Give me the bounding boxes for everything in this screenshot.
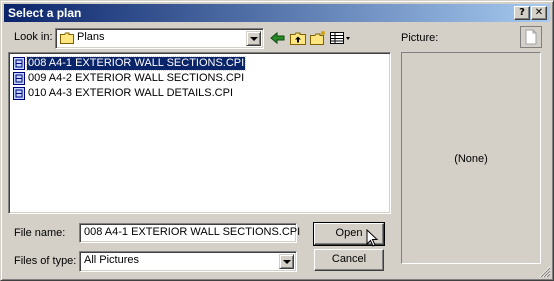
dialog-title: Select a plan xyxy=(8,6,82,20)
plan-file-icon xyxy=(13,57,25,70)
look-in-label: Look in: xyxy=(14,31,53,43)
plan-file-icon xyxy=(13,87,25,100)
preview-empty-text: (None) xyxy=(454,153,488,165)
title-bar[interactable]: Select a plan ? ✕ xyxy=(4,4,550,22)
file-name-field[interactable]: 008 A4-1 EXTERIOR WALL SECTIONS.CPI xyxy=(79,223,301,243)
file-list[interactable]: 008 A4-1 EXTERIOR WALL SECTIONS.CPI 009 … xyxy=(8,52,391,214)
file-name: 010 A4-3 EXTERIOR WALL DETAILS.CPI xyxy=(28,87,233,99)
up-folder-icon[interactable] xyxy=(289,30,307,46)
cancel-button[interactable]: Cancel xyxy=(314,249,384,271)
close-button[interactable]: ✕ xyxy=(531,6,547,20)
folder-icon xyxy=(60,32,74,44)
look-in-combo[interactable]: Plans xyxy=(55,28,264,49)
file-name-value: 008 A4-1 EXTERIOR WALL SECTIONS.CPI xyxy=(84,226,301,238)
files-of-type-label: Files of type: xyxy=(14,255,77,267)
file-name: 009 A4-2 EXTERIOR WALL SECTIONS.CPI xyxy=(28,72,245,84)
file-name: 008 A4-1 EXTERIOR WALL SECTIONS.CPI xyxy=(25,56,247,71)
select-plan-dialog: Select a plan ? ✕ Look in: Plans 008 A4-… xyxy=(0,0,554,281)
preview-toggle-icon[interactable] xyxy=(520,26,542,48)
file-name-label: File name: xyxy=(14,227,66,239)
mouse-cursor-icon xyxy=(366,229,379,247)
new-folder-icon[interactable] xyxy=(309,30,327,46)
files-of-type-combo[interactable]: All Pictures xyxy=(79,251,297,272)
picture-label: Picture: xyxy=(401,32,439,44)
view-menu-icon[interactable] xyxy=(329,30,353,46)
files-of-type-dropdown-arrow[interactable] xyxy=(279,254,294,269)
back-arrow-icon[interactable] xyxy=(269,30,287,46)
help-button[interactable]: ? xyxy=(514,6,530,20)
look-in-value: Plans xyxy=(77,31,105,43)
plan-file-icon xyxy=(13,72,25,85)
resize-grip-icon[interactable] xyxy=(539,266,551,278)
files-of-type-value: All Pictures xyxy=(84,254,140,266)
look-in-dropdown-arrow[interactable] xyxy=(246,31,261,46)
picture-preview: (None) xyxy=(401,52,541,264)
